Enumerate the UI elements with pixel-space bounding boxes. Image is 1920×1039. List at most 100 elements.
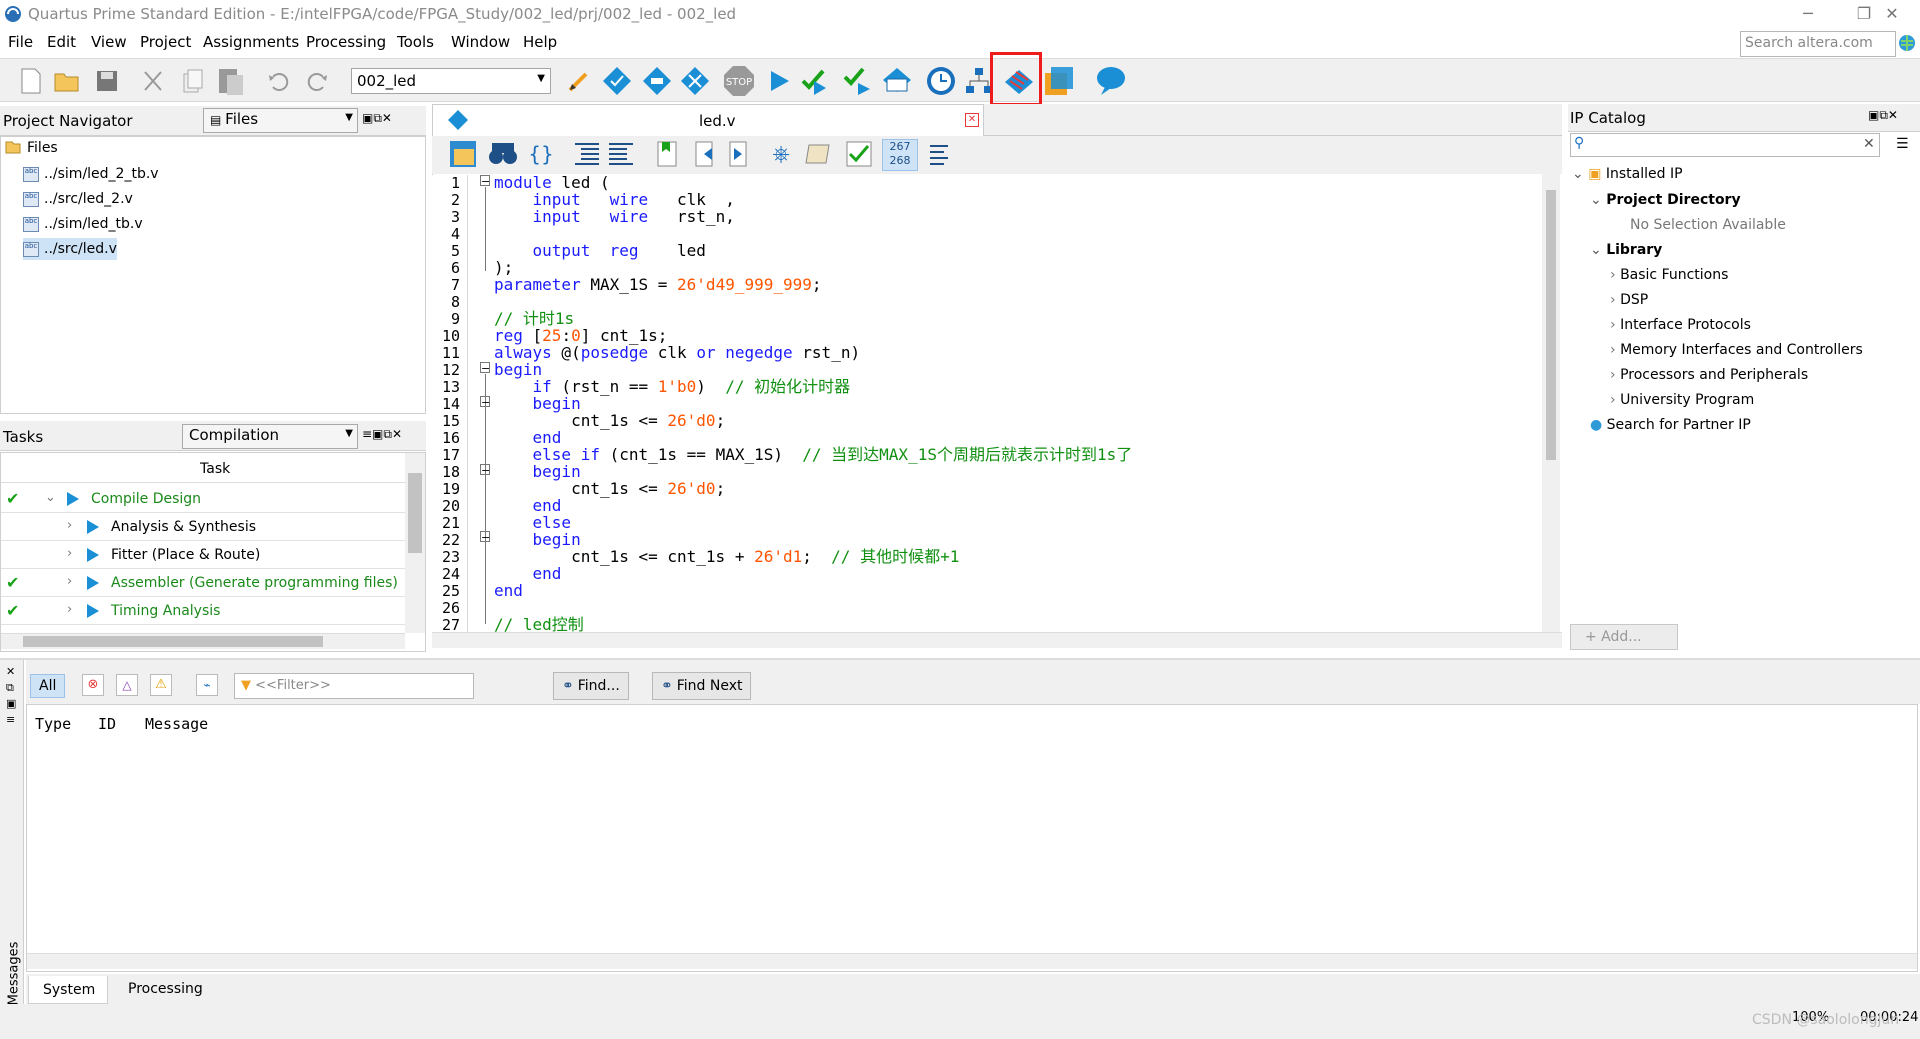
help-balloon-icon[interactable] (1094, 65, 1128, 97)
start-compilation-icon[interactable] (762, 65, 796, 97)
ip-menu-icon[interactable]: ☰ (1896, 136, 1909, 152)
files-root[interactable]: Files (5, 140, 58, 156)
fold-icon[interactable]: − (480, 464, 490, 476)
line-counter[interactable]: 267 268 (882, 139, 918, 171)
ip-library[interactable]: ⌄ Library (1590, 242, 1662, 264)
panel-pin-icon[interactable]: ✕ ⧉ ▣ ≡ (6, 664, 16, 728)
prev-bookmark-icon[interactable] (688, 138, 722, 170)
next-bookmark-icon[interactable] (722, 138, 756, 170)
ip-catalog-tool-icon[interactable] (1042, 65, 1076, 97)
braces-icon[interactable]: {} (524, 138, 558, 170)
unindent-icon[interactable] (604, 138, 638, 170)
menu-tools[interactable]: Tools (397, 33, 434, 51)
ip-category[interactable]: › Interface Protocols (1610, 317, 1751, 339)
cut-icon[interactable] (136, 65, 170, 97)
find-icon[interactable] (486, 138, 520, 170)
column-id[interactable]: ID (98, 715, 116, 733)
file-item[interactable]: abc ../sim/led_tb.v (23, 213, 143, 235)
template-icon[interactable] (802, 138, 836, 170)
tab-system[interactable]: System (28, 976, 108, 1004)
minimize-button[interactable]: ─ (1780, 0, 1836, 28)
ip-category[interactable]: › University Program (1610, 392, 1754, 414)
editor-vscrollbar[interactable] (1542, 174, 1560, 632)
task-row[interactable]: ✔ › Timing Analysis (1, 598, 405, 625)
analysis-elaboration-icon[interactable] (798, 65, 832, 97)
tasks-scrollbar[interactable] (405, 453, 425, 633)
menu-help[interactable]: Help (523, 33, 557, 51)
ip-category[interactable]: › Basic Functions (1610, 267, 1728, 289)
menu-view[interactable]: View (91, 33, 127, 51)
menu-processing[interactable]: Processing (306, 33, 386, 51)
ip-partner-search[interactable]: ● Search for Partner IP (1590, 417, 1751, 439)
check-syntax-icon[interactable] (842, 138, 876, 170)
timing-analyzer-icon[interactable] (880, 65, 914, 97)
bookmark-icon[interactable] (650, 138, 684, 170)
fold-icon[interactable]: − (480, 362, 490, 374)
ip-search-input[interactable]: ⚲ ✕ (1570, 133, 1880, 157)
filter-all-button[interactable]: All (30, 674, 66, 698)
ip-scrollbar[interactable] (1908, 160, 1920, 620)
task-row[interactable]: › Analysis & Synthesis (1, 514, 405, 541)
scroll-thumb[interactable] (1546, 190, 1556, 460)
align-icon[interactable] (922, 138, 956, 170)
play-icon[interactable] (87, 576, 99, 590)
redo-icon[interactable] (300, 65, 334, 97)
tab-processing[interactable]: Processing (120, 976, 220, 1004)
navigator-view-select[interactable]: ▤ Files ▼ (203, 108, 358, 133)
find-next-button[interactable]: ⚭ Find Next (652, 672, 752, 700)
menu-file[interactable]: File (8, 33, 33, 51)
ip-project-directory[interactable]: ⌄ Project Directory (1590, 192, 1741, 214)
add-ip-button[interactable]: + Add... (1570, 624, 1678, 650)
editor-tab[interactable]: led.v ✕ (432, 104, 984, 136)
menu-window[interactable]: Window (451, 33, 510, 51)
ip-category[interactable]: › Processors and Peripherals (1610, 367, 1808, 389)
warning-filter-icon[interactable]: ⚠ (150, 674, 172, 696)
fold-icon[interactable]: − (480, 531, 490, 543)
fold-icon[interactable]: − (480, 396, 490, 408)
fold-icon[interactable]: − (480, 175, 490, 187)
message-filter-input[interactable]: ▼ <<Filter>> (234, 673, 474, 699)
play-icon[interactable] (87, 548, 99, 562)
assembler-icon[interactable] (840, 65, 874, 97)
error-filter-icon[interactable]: ⊗ (82, 674, 104, 696)
editor-hscrollbar[interactable] (432, 632, 1562, 648)
tasks-hscrollbar[interactable] (1, 633, 405, 649)
column-message[interactable]: Message (145, 715, 208, 733)
analysis-synthesis-icon[interactable] (640, 65, 674, 97)
fitter-icon[interactable] (678, 65, 712, 97)
play-icon[interactable] (67, 492, 79, 506)
save-icon[interactable] (90, 65, 124, 97)
open-file-icon[interactable] (50, 65, 84, 97)
close-window-button[interactable]: ✕ (1864, 0, 1920, 28)
scroll-thumb[interactable] (23, 636, 323, 647)
critical-warning-filter-icon[interactable]: △ (116, 674, 138, 696)
clear-icon[interactable]: ✕ (1863, 136, 1875, 152)
menu-edit[interactable]: Edit (47, 33, 76, 51)
menu-assignments[interactable]: Assignments (203, 33, 299, 51)
indent-icon[interactable] (570, 138, 604, 170)
copy-icon[interactable] (176, 65, 210, 97)
ip-category[interactable]: › DSP (1610, 292, 1648, 314)
close-tab-icon[interactable]: ✕ (965, 113, 979, 127)
clock-icon[interactable] (924, 65, 958, 97)
attach-icon[interactable]: ⎈ (764, 138, 798, 170)
panel-pin-icon[interactable]: ▣⧉✕ (1868, 108, 1898, 123)
play-icon[interactable] (87, 520, 99, 534)
new-file-icon[interactable] (14, 65, 48, 97)
paste-icon[interactable] (214, 65, 248, 97)
panel-pin-icon[interactable]: ▣⧉✕ (362, 111, 392, 126)
undo-icon[interactable] (262, 65, 296, 97)
messages-hscrollbar[interactable] (27, 953, 1917, 969)
suppress-filter-icon[interactable]: ⌁ (196, 674, 218, 696)
compile-design-icon[interactable] (600, 65, 634, 97)
task-flow-select[interactable]: Compilation ▼ (182, 424, 358, 449)
find-button[interactable]: ⚭ Find... (553, 672, 629, 700)
globe-icon[interactable] (1898, 34, 1916, 52)
stop-icon[interactable]: STOP (722, 65, 756, 97)
pin-planner-icon[interactable] (562, 65, 596, 97)
ip-category[interactable]: › Memory Interfaces and Controllers (1610, 342, 1863, 364)
task-row[interactable]: › Fitter (Place & Route) (1, 542, 405, 569)
menu-project[interactable]: Project (140, 33, 191, 51)
file-item-selected[interactable]: abc ../src/led.v (23, 238, 117, 260)
play-icon[interactable] (87, 604, 99, 618)
